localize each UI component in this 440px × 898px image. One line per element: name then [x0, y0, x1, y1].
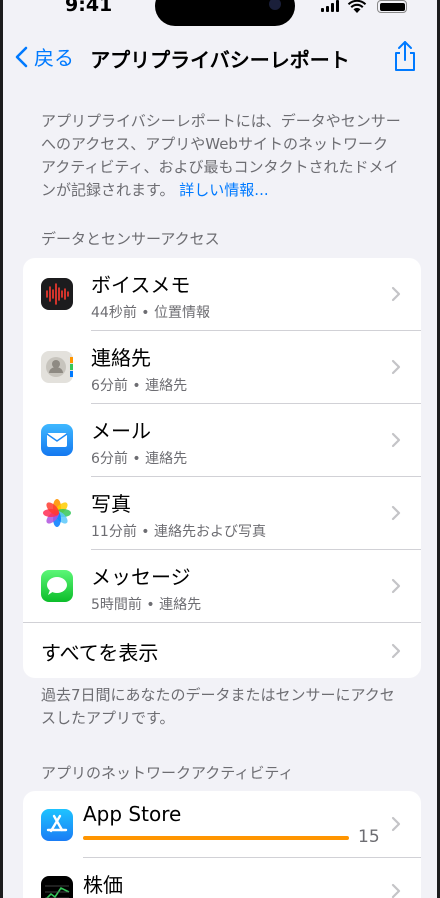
app-name: メッセージ: [91, 565, 191, 589]
app-name: 連絡先: [91, 346, 151, 370]
intro-description: アプリプライバシーレポートには、データやセンサーへのアクセス、アプリやWebサイ…: [41, 110, 401, 202]
app-name: 写真: [91, 492, 131, 516]
page-title: アプリプライバシーレポート: [90, 48, 350, 72]
chevron-right-icon: [391, 883, 401, 898]
access-detail: 6分前 • 連絡先: [91, 451, 188, 467]
data-access-row-voice-memos[interactable]: ボイスメモ 44秒前 • 位置情報: [23, 258, 421, 331]
learn-more-link[interactable]: 詳しい情報...: [179, 181, 268, 199]
chevron-right-icon: [391, 432, 401, 448]
section-header-network: アプリのネットワークアクティビティ: [41, 764, 294, 782]
app-store-icon: [41, 809, 73, 841]
activity-bar: [83, 836, 349, 840]
show-all-row[interactable]: すべてを表示: [23, 623, 421, 678]
activity-count: 15: [358, 827, 380, 847]
data-access-card: ボイスメモ 44秒前 • 位置情報 連絡先 6分前 • 連絡先 メール 6分前 …: [23, 258, 421, 678]
dynamic-island: [155, 0, 295, 26]
section-header-data-access: データとセンサーアクセス: [41, 230, 220, 248]
messages-icon: [41, 570, 73, 602]
data-access-row-contacts[interactable]: 連絡先 6分前 • 連絡先: [23, 331, 421, 404]
access-detail: 11分前 • 連絡先および写真: [91, 524, 266, 540]
mail-icon: [41, 424, 73, 456]
navigation-bar: 戻る アプリプライバシーレポート: [3, 38, 437, 74]
status-bar: 9:41: [3, 0, 437, 26]
network-row-app-store[interactable]: App Store 15: [23, 791, 421, 858]
camera-icon: [269, 0, 281, 10]
wifi-icon: [347, 0, 367, 13]
access-detail: 6分前 • 連絡先: [91, 378, 188, 394]
app-name: ボイスメモ: [91, 273, 191, 297]
phone-screen: 9:41 戻る アプリプライバシーレポート アプリプライバシーレポートには、デー…: [0, 0, 440, 898]
access-detail: 44秒前 • 位置情報: [91, 305, 210, 321]
network-row-stocks[interactable]: 株価: [23, 858, 421, 898]
status-time: 9:41: [65, 0, 113, 16]
data-access-row-photos[interactable]: 写真 11分前 • 連絡先および写真: [23, 477, 421, 550]
app-name: App Store: [83, 802, 182, 826]
chevron-right-icon: [391, 578, 401, 594]
data-access-footer: 過去7日間にあなたのデータまたはセンサーにアクセスしたアプリです。: [41, 686, 395, 727]
chevron-right-icon: [391, 643, 401, 659]
chevron-right-icon: [391, 505, 401, 521]
photos-icon: [41, 497, 73, 529]
stocks-icon: [41, 876, 73, 898]
network-card: App Store 15 株価: [23, 791, 421, 898]
voice-memos-icon: [41, 278, 73, 310]
app-name: 株価: [83, 873, 123, 897]
chevron-right-icon: [391, 359, 401, 375]
access-detail: 5時間前 • 連絡先: [91, 597, 202, 613]
battery-icon: [377, 0, 407, 13]
cellular-signal-icon: [321, 0, 339, 12]
data-access-row-mail[interactable]: メール 6分前 • 連絡先: [23, 404, 421, 477]
show-all-label: すべてを表示: [41, 641, 159, 665]
share-icon[interactable]: [393, 40, 417, 72]
contacts-icon: [41, 351, 73, 383]
chevron-right-icon: [391, 816, 401, 832]
data-access-row-messages[interactable]: メッセージ 5時間前 • 連絡先: [23, 550, 421, 623]
app-name: メール: [91, 419, 151, 443]
chevron-right-icon: [391, 286, 401, 302]
